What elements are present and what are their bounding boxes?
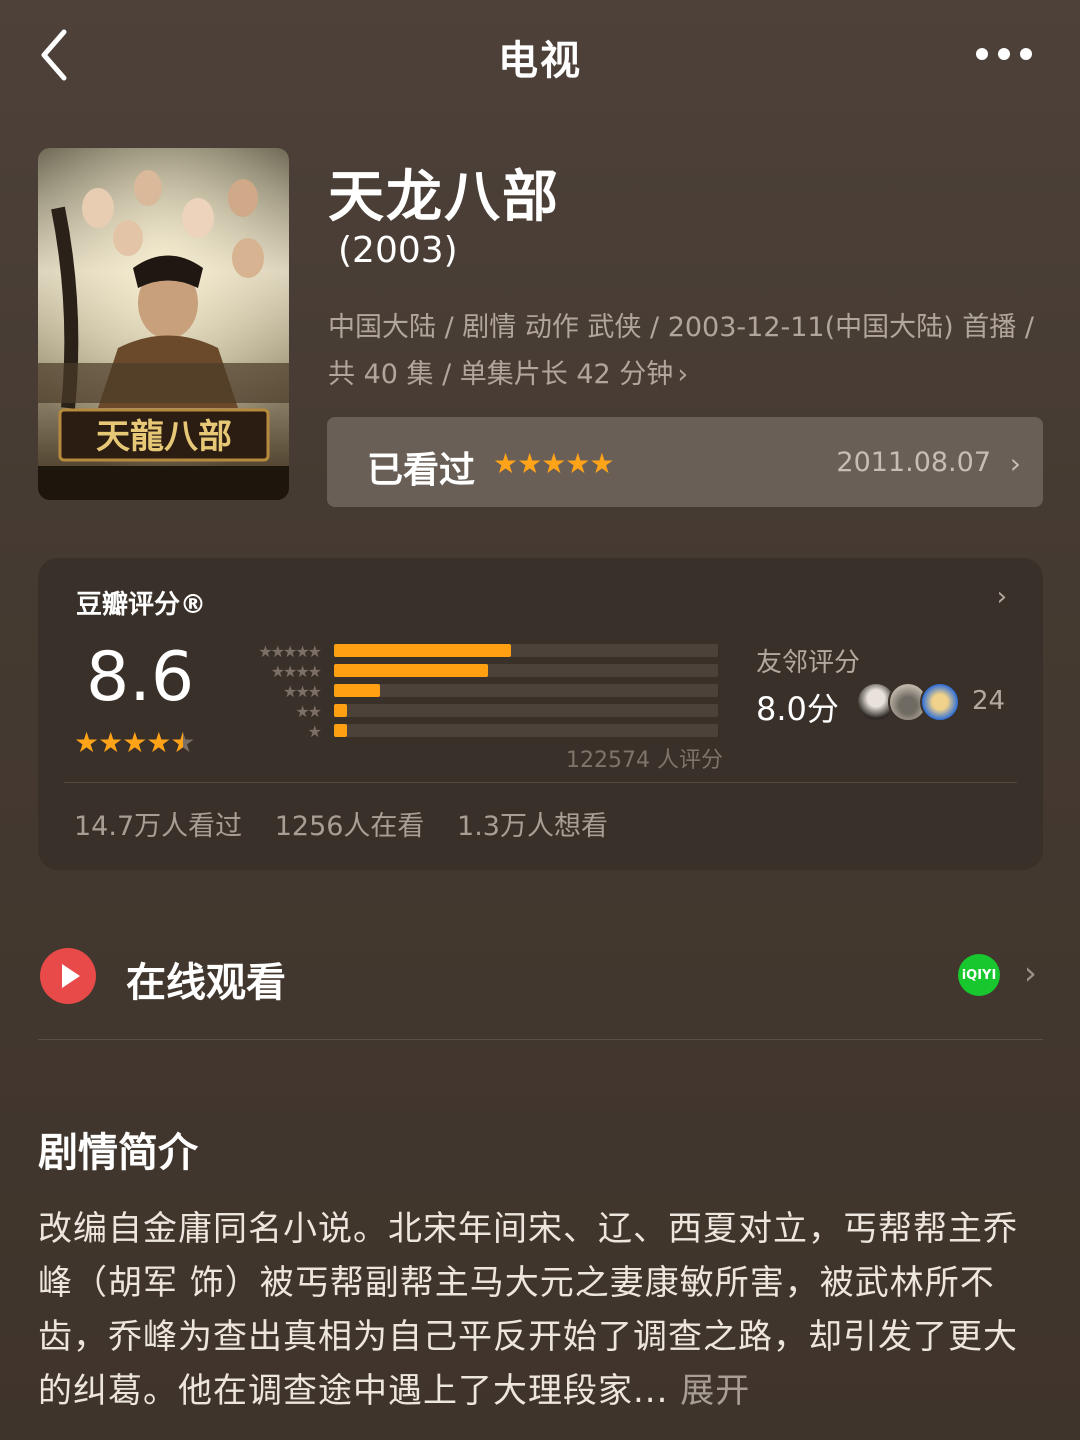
score-stars-text: ★★★★★ — [74, 726, 196, 759]
watched-count: 14.7万人看过 — [74, 811, 243, 842]
watched-status-bar[interactable]: 已看过 ★★★★★ 2011.08.07 › — [327, 417, 1043, 507]
friend-rating-score: 8.0分 — [756, 690, 839, 728]
dist-bar-4 — [334, 664, 718, 677]
synopsis-title: 剧情简介 — [38, 1130, 198, 1176]
chevron-right-icon: › — [1009, 447, 1021, 480]
divider — [38, 1039, 1043, 1040]
play-icon[interactable] — [40, 948, 96, 1004]
watched-label: 已看过 — [367, 450, 476, 491]
dist-bar-fill — [334, 704, 348, 717]
dist-bar-fill — [334, 644, 511, 657]
chevron-right-icon[interactable]: › — [1024, 954, 1037, 992]
movie-title: 天龙八部 — [328, 165, 560, 230]
meta-line-2-row: 共 40 集 / 单集片长 42 分钟 › — [328, 351, 1048, 398]
dist-1-stars: ★ — [307, 722, 322, 741]
rating-count: 122574 人评分 — [566, 748, 723, 773]
poster-title-text: 天龍八部 — [96, 417, 232, 457]
my-rating-stars: ★★★★★ — [493, 447, 615, 480]
dist-bar-2 — [334, 704, 718, 717]
more-dot-icon — [998, 48, 1010, 60]
meta-line-2: 共 40 集 / 单集片长 42 分钟 — [328, 359, 674, 390]
douban-rating-card[interactable]: 豆瓣评分® › 8.6 ★★★★★ ★★★★★ ★★★★ ★★★ ★★ ★ 12… — [38, 558, 1043, 870]
score-stars: ★★★★★ — [74, 726, 196, 759]
poster-image[interactable]: 天龍八部 — [38, 148, 289, 500]
watch-online-label[interactable]: 在线观看 — [126, 950, 286, 1008]
dist-bar-5 — [334, 644, 718, 657]
expand-link[interactable]: 展开 — [680, 1371, 750, 1411]
douban-score: 8.6 — [86, 638, 195, 717]
friend-avatars[interactable] — [856, 682, 966, 722]
divider — [64, 782, 1017, 783]
movie-meta-info[interactable]: 中国大陆 / 剧情 动作 武侠 / 2003-12-11(中国大陆) 首播 / … — [328, 304, 1048, 398]
dist-5-stars: ★★★★★ — [258, 642, 322, 661]
friend-count: 24 — [972, 686, 1006, 716]
meta-line-1: 中国大陆 / 剧情 动作 武侠 / 2003-12-11(中国大陆) 首播 / — [328, 312, 1034, 343]
audience-stats: 14.7万人看过 1256人在看 1.3万人想看 — [74, 804, 632, 843]
dist-bar-fill — [334, 684, 381, 697]
page-title: 电视 — [498, 38, 582, 84]
dist-bar-3 — [334, 684, 718, 697]
rating-card-title: 豆瓣评分® — [76, 590, 207, 620]
poster-artwork: 天龍八部 — [38, 148, 289, 500]
iqiyi-logo-icon[interactable]: iQIYI — [958, 954, 1000, 996]
play-triangle-icon — [62, 964, 80, 988]
want-to-watch-count: 1.3万人想看 — [457, 811, 608, 842]
synopsis-body: 改编自金庸同名小说。北宋年间宋、辽、西夏对立，丐帮帮主乔峰（胡军 饰）被丐帮副帮… — [38, 1209, 1018, 1411]
more-dot-icon — [1020, 48, 1032, 60]
watched-date: 2011.08.07 — [836, 447, 991, 478]
synopsis-text: 改编自金庸同名小说。北宋年间宋、辽、西夏对立，丐帮帮主乔峰（胡军 饰）被丐帮副帮… — [38, 1202, 1048, 1418]
movie-year: (2003) — [338, 230, 458, 271]
more-dot-icon — [976, 48, 988, 60]
watching-count: 1256人在看 — [274, 811, 425, 842]
more-menu-button[interactable] — [976, 46, 1032, 62]
dist-bar-fill — [334, 664, 488, 677]
dist-4-stars: ★★★★ — [270, 662, 322, 681]
dist-bar-1 — [334, 724, 718, 737]
avatar — [920, 682, 960, 722]
dist-3-stars: ★★★ — [282, 682, 322, 701]
friend-rating-label: 友邻评分 — [756, 648, 861, 678]
dist-2-stars: ★★ — [295, 702, 322, 721]
chevron-right-icon: › — [996, 582, 1007, 612]
chevron-right-icon: › — [677, 359, 689, 390]
dist-bar-fill — [334, 724, 348, 737]
